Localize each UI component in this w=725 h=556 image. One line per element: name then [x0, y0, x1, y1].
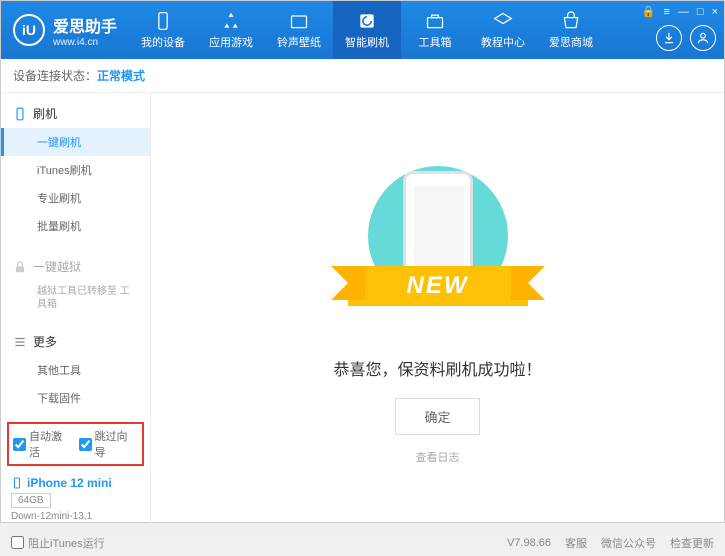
status-value: 正常模式: [97, 69, 145, 83]
lock-icon: [13, 260, 27, 274]
device-model: Down-12mini-13,1: [11, 511, 140, 522]
sidebar-item-advanced[interactable]: 高级功能: [1, 412, 150, 418]
sidebar-item-oneclick[interactable]: 一键刷机: [1, 128, 150, 156]
sidebar-item-other[interactable]: 其他工具: [1, 356, 150, 384]
options-box: 自动激活 跳过向导: [7, 422, 144, 466]
download-button[interactable]: [656, 25, 682, 51]
list-icon: [13, 335, 27, 349]
sidebar-item-batch[interactable]: 批量刷机: [1, 212, 150, 240]
minimize-button[interactable]: —: [678, 6, 689, 18]
folder-icon: [289, 11, 309, 31]
tab-toolbox[interactable]: 工具箱: [401, 1, 469, 59]
sidebar-group-flash[interactable]: 刷机: [1, 99, 150, 128]
close-button[interactable]: ×: [712, 6, 718, 18]
sidebar: 刷机 一键刷机 iTunes刷机 专业刷机 批量刷机 一键越狱 越狱工具已转移至…: [1, 93, 151, 528]
device-info: iPhone 12 mini 64GB Down-12mini-13,1: [1, 470, 150, 528]
store-icon: [561, 11, 581, 31]
tab-my-device[interactable]: 我的设备: [129, 1, 197, 59]
service-link[interactable]: 客服: [565, 535, 587, 551]
menu-icon[interactable]: ≡: [663, 6, 669, 18]
status-row: 设备连接状态：正常模式: [1, 59, 724, 93]
device-name[interactable]: iPhone 12 mini: [11, 476, 140, 490]
wechat-link[interactable]: 微信公众号: [601, 535, 656, 551]
graduation-icon: [493, 11, 513, 31]
update-link[interactable]: 检查更新: [670, 535, 714, 551]
phone-icon: [11, 477, 23, 489]
toolbox-icon: [425, 11, 445, 31]
storage-badge: 64GB: [11, 493, 51, 508]
window-controls: 🔒 ≡ — □ ×: [642, 5, 718, 18]
footer: 阻止iTunes运行 V7.98.66 客服 微信公众号 检查更新: [1, 528, 724, 556]
app-subtitle: www.i4.cn: [53, 37, 117, 48]
lock-icon[interactable]: 🔒: [642, 5, 656, 18]
apps-icon: [221, 11, 241, 31]
tab-store[interactable]: 爱思商城: [537, 1, 605, 59]
success-illustration: NEW: [338, 156, 538, 336]
sidebar-group-more[interactable]: 更多: [1, 327, 150, 356]
view-log-link[interactable]: 查看日志: [416, 449, 460, 465]
sidebar-item-itunes[interactable]: iTunes刷机: [1, 156, 150, 184]
titlebar: iU 爱思助手 www.i4.cn 我的设备 应用游戏 铃声壁纸 智能刷机 工具…: [1, 1, 724, 59]
auto-activate-checkbox[interactable]: 自动激活: [13, 428, 73, 460]
tab-ringtones[interactable]: 铃声壁纸: [265, 1, 333, 59]
success-message: 恭喜您，保资料刷机成功啦！: [333, 356, 541, 380]
tab-tutorials[interactable]: 教程中心: [469, 1, 537, 59]
main-content: NEW 恭喜您，保资料刷机成功啦！ 确定 查看日志: [151, 93, 724, 528]
jailbreak-note: 越狱工具已转移至 工具箱: [1, 281, 150, 315]
tab-apps[interactable]: 应用游戏: [197, 1, 265, 59]
skip-guide-checkbox[interactable]: 跳过向导: [79, 428, 139, 460]
tab-smart-flash[interactable]: 智能刷机: [333, 1, 401, 59]
status-label: 设备连接状态：: [13, 69, 97, 83]
app-title: 爱思助手: [53, 13, 117, 37]
user-icons: [656, 25, 716, 51]
logo-icon: iU: [13, 14, 45, 46]
phone-icon: [153, 11, 173, 31]
block-itunes-checkbox[interactable]: 阻止iTunes运行: [11, 535, 105, 551]
version-label: V7.98.66: [507, 537, 551, 549]
user-button[interactable]: [690, 25, 716, 51]
sidebar-group-jailbreak[interactable]: 一键越狱: [1, 252, 150, 281]
sidebar-item-pro[interactable]: 专业刷机: [1, 184, 150, 212]
confirm-button[interactable]: 确定: [395, 398, 479, 435]
phone-icon: [13, 107, 27, 121]
nav-tabs: 我的设备 应用游戏 铃声壁纸 智能刷机 工具箱 教程中心 爱思商城: [129, 1, 605, 59]
refresh-icon: [357, 11, 377, 31]
logo-area: iU 爱思助手 www.i4.cn: [1, 13, 129, 48]
app-window: iU 爱思助手 www.i4.cn 我的设备 应用游戏 铃声壁纸 智能刷机 工具…: [0, 0, 725, 523]
sidebar-item-firmware[interactable]: 下载固件: [1, 384, 150, 412]
maximize-button[interactable]: □: [697, 6, 704, 18]
new-badge: NEW: [348, 266, 528, 306]
